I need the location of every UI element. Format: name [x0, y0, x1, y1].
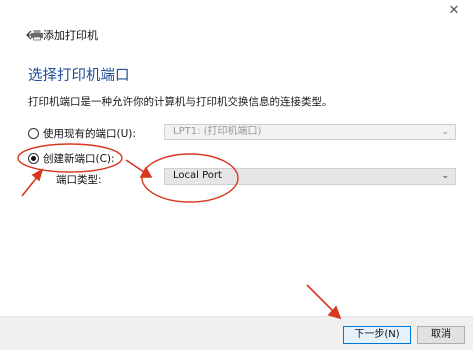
create-new-port-radio[interactable] [28, 153, 39, 164]
existing-port-value: LPT1: (打印机端口) [173, 126, 262, 137]
existing-port-select: LPT1: (打印机端口) ⌄ [164, 124, 456, 140]
arrow-to-new-port [21, 168, 44, 197]
page-heading: 选择打印机端口 [28, 68, 130, 84]
chevron-down-icon: ⌄ [441, 171, 449, 181]
use-existing-port-radio[interactable] [28, 128, 39, 139]
use-existing-port-label[interactable]: 使用现有的端口(U): [43, 126, 136, 141]
arrow-to-port-type [125, 159, 153, 178]
title-bar: ✕ 添加打印机 [0, 0, 473, 48]
chevron-down-icon: ⌄ [441, 127, 449, 137]
close-icon[interactable]: ✕ [443, 2, 465, 20]
arrow-to-next-button [306, 284, 342, 320]
port-type-label: 端口类型: [56, 174, 102, 186]
page-description: 打印机端口是一种允许你的计算机与打印机交换信息的连接类型。 [28, 96, 333, 108]
printer-icon [31, 30, 43, 41]
cancel-button[interactable]: 取消 [417, 326, 465, 344]
port-type-value: Local Port [173, 170, 222, 181]
next-button[interactable]: 下一步(N) [343, 326, 411, 344]
create-new-port-label[interactable]: 创建新端口(C): [43, 151, 115, 166]
port-type-select[interactable]: Local Port ⌄ [164, 168, 456, 185]
window-title: 添加打印机 [43, 29, 98, 42]
